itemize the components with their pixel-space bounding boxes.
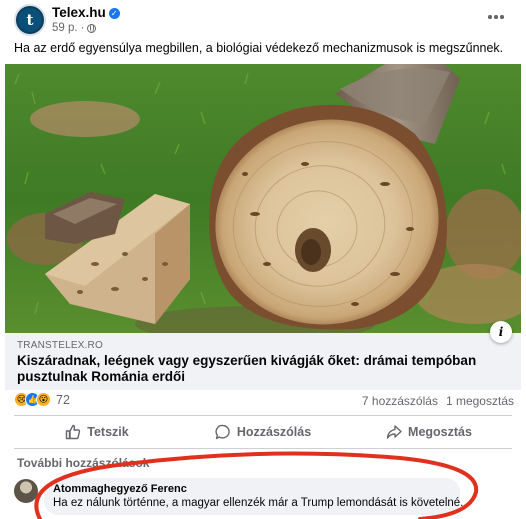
engagement-counts: 7 hozzászólás 1 megosztás <box>362 394 514 408</box>
share-icon <box>386 425 402 439</box>
commenter-avatar[interactable] <box>14 479 38 503</box>
like-button[interactable]: Tetszik <box>14 418 180 446</box>
post-image[interactable] <box>5 64 521 333</box>
avatar-letter: t <box>26 10 34 29</box>
page-name-label[interactable]: Telex.hu <box>52 5 106 20</box>
page-avatar[interactable]: t <box>14 4 46 36</box>
post-stats: 😢 👍 😮 72 7 hozzászólás 1 megosztás <box>14 392 514 412</box>
more-comments-link[interactable]: További hozzászólások <box>17 456 149 470</box>
comment-author[interactable]: Atommaghegyező Ferenc <box>53 483 187 495</box>
comment-bubble: Atommaghegyező Ferenc Ha ez nálunk törté… <box>44 478 470 515</box>
comment-count[interactable]: 7 hozzászólás <box>362 394 438 408</box>
comment-icon <box>215 424 230 440</box>
post-card: t Telex.hu ✓ 59 p. · Ha az erdő egyensúly… <box>0 0 526 519</box>
felled-tree-photo <box>5 64 521 333</box>
page-name[interactable]: Telex.hu ✓ <box>52 5 120 20</box>
link-headline[interactable]: Kiszáradnak, leégnek vagy egyszerűen kiv… <box>17 353 507 385</box>
info-icon[interactable]: i <box>490 321 512 343</box>
post-meta: 59 p. · <box>52 22 97 34</box>
like-label[interactable]: Tetszik <box>87 425 128 439</box>
reaction-count: 72 <box>56 392 70 407</box>
divider <box>14 448 512 449</box>
share-button[interactable]: Megosztás <box>346 418 512 446</box>
wow-reaction-icon: 😮 <box>36 392 51 407</box>
share-count[interactable]: 1 megosztás <box>446 394 514 408</box>
post-text: Ha az erdő egyensúlya megbillen, a bioló… <box>14 41 504 55</box>
more-icon[interactable] <box>484 10 508 24</box>
divider <box>14 415 512 416</box>
post-time[interactable]: 59 p. <box>52 22 78 34</box>
like-icon <box>66 424 81 440</box>
comment-label[interactable]: Hozzászólás <box>237 425 311 439</box>
link-domain: TRANSTELEX.RO <box>17 340 103 351</box>
globe-icon <box>87 23 97 33</box>
reactions-summary[interactable]: 😢 👍 😮 72 <box>14 392 70 407</box>
link-preview[interactable]: TRANSTELEX.RO Kiszáradnak, leégnek vagy … <box>5 321 521 390</box>
verified-icon: ✓ <box>108 8 120 19</box>
comment-button[interactable]: Hozzászólás <box>180 418 346 446</box>
comment-text: Ha ez nálunk történne, a magyar ellenzék… <box>53 497 470 509</box>
action-bar: Tetszik Hozzászólás Megosztás <box>14 418 512 446</box>
share-label[interactable]: Megosztás <box>408 425 472 439</box>
post-header: t Telex.hu ✓ 59 p. · <box>14 4 512 40</box>
